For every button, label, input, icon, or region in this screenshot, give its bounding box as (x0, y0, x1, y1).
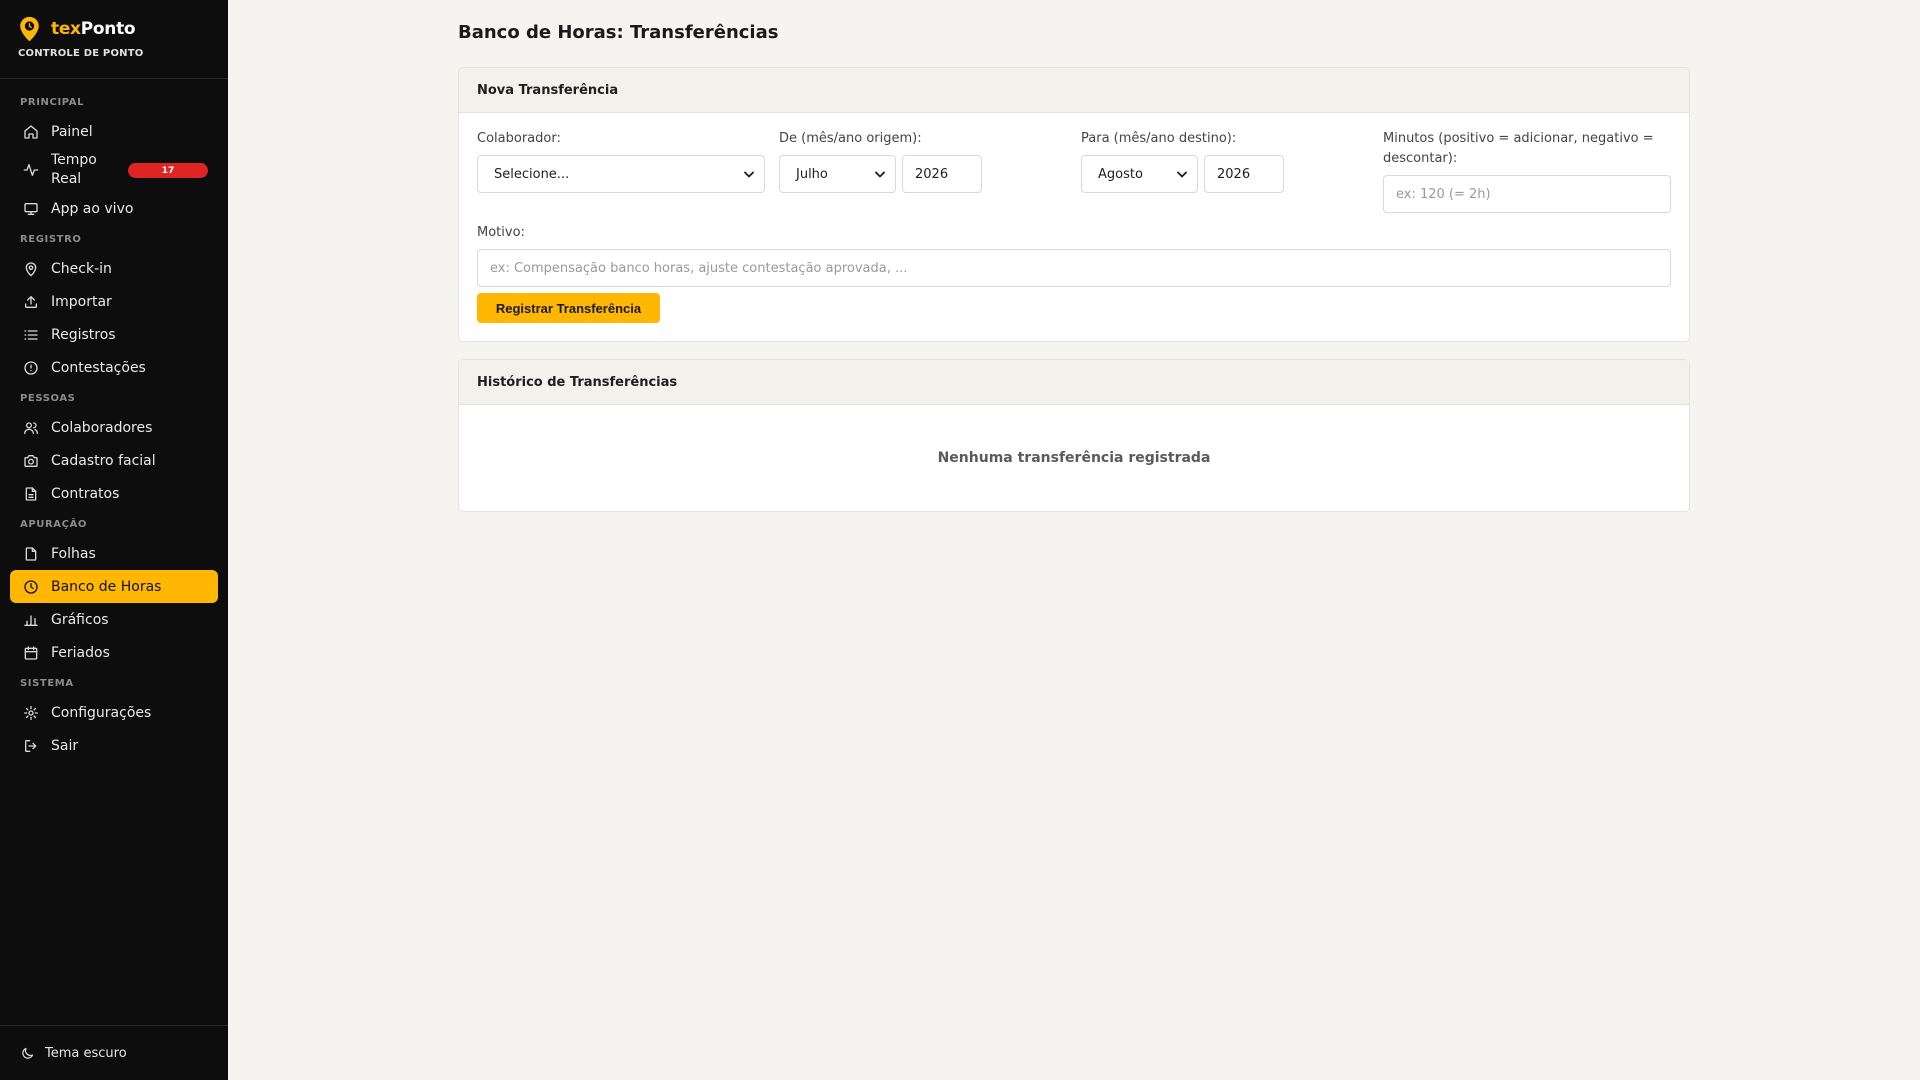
sidebar-item-contratos[interactable]: Contratos (10, 477, 218, 510)
sidebar-item-colaboradores[interactable]: Colaboradores (10, 411, 218, 444)
motivo-placeholder: ex: Compensação banco horas, ajuste cont… (490, 260, 908, 276)
origem-year-input[interactable]: 2026 (902, 155, 982, 193)
sidebar-item-configuracoes[interactable]: Configurações (10, 696, 218, 729)
sidebar-item-label: Tempo Real (51, 152, 97, 187)
sidebar-item-label: Registros (51, 326, 116, 343)
sidebar-item-contestacoes[interactable]: Contestações (10, 351, 218, 384)
origem-month-value: Julho (796, 166, 828, 182)
destino-label: Para (mês/ano destino): (1081, 131, 1237, 146)
sidebar-item-label: Painel (51, 123, 93, 140)
brand-name[interactable]: texPonto (51, 19, 136, 39)
sidebar-item-check-in[interactable]: Check-in (10, 252, 218, 285)
brand: texPonto CONTROLE DE PONTO (0, 0, 228, 79)
sidebar-nav: PRINCIPAL Painel Tempo Real 17 App ao vi… (0, 79, 228, 762)
sidebar-item-label: Gráficos (51, 611, 109, 628)
sidebar-item-label: App ao vivo (51, 200, 134, 217)
home-icon (24, 124, 38, 139)
sidebar-item-label: Colaboradores (51, 419, 153, 436)
destino-year-input[interactable]: 2026 (1204, 155, 1284, 193)
sidebar-item-label: Contratos (51, 485, 120, 502)
brand-subtitle: CONTROLE DE PONTO (18, 48, 144, 59)
motivo-input[interactable]: ex: Compensação banco horas, ajuste cont… (477, 249, 1671, 287)
sidebar-item-graficos[interactable]: Gráficos (10, 603, 218, 636)
nav-section-registro: REGISTRO (20, 234, 82, 245)
sidebar-item-cadastro-facial[interactable]: Cadastro facial (10, 444, 218, 477)
new-transfer-card: Nova Transferência Colaborador: Selecion… (458, 67, 1690, 342)
origem-year-value: 2026 (915, 166, 949, 182)
alert-circle-icon (24, 360, 38, 375)
clock-icon (24, 579, 38, 594)
sidebar: texPonto CONTROLE DE PONTO PRINCIPAL Pai… (0, 0, 228, 1080)
history-empty-state: Nenhuma transferência registrada (937, 450, 1211, 466)
sidebar-item-label: Sair (51, 737, 79, 754)
sidebar-item-label: Feriados (51, 644, 110, 661)
chevron-down-icon (744, 171, 754, 177)
sidebar-item-sair[interactable]: Sair (10, 729, 218, 762)
brand-name-prefix: tex (51, 19, 81, 39)
moon-icon (22, 1047, 34, 1059)
main-content: Banco de Horas: Transferências Nova Tran… (458, 0, 1690, 512)
sidebar-item-label: Check-in (51, 260, 112, 277)
history-card-title: Histórico de Transferências (459, 360, 1689, 405)
chevron-down-icon (1177, 171, 1187, 177)
monitor-icon (24, 202, 38, 215)
theme-toggle-label: Tema escuro (45, 1045, 127, 1061)
upload-icon (25, 295, 37, 308)
nav-section-sistema: SISTEMA (20, 678, 74, 689)
destino-month-value: Agosto (1098, 166, 1143, 182)
sidebar-item-label: Banco de Horas (51, 578, 162, 595)
destino-year-value: 2026 (1217, 166, 1251, 182)
sidebar-item-label: Importar (51, 293, 112, 310)
users-icon (24, 421, 38, 434)
theme-toggle[interactable]: Tema escuro (0, 1025, 228, 1080)
history-card: Histórico de Transferências Nenhuma tran… (458, 359, 1690, 512)
origem-month-select[interactable]: Julho (779, 155, 896, 193)
activity-icon (23, 164, 39, 176)
realtime-count-badge: 17 (128, 163, 208, 178)
sidebar-item-label: Cadastro facial (51, 452, 156, 469)
sidebar-item-app-ao-vivo[interactable]: App ao vivo (10, 192, 218, 225)
sidebar-item-label: Contestações (51, 359, 146, 376)
colaborador-select-value: Selecione... (494, 166, 570, 182)
origem-label: De (mês/ano origem): (779, 131, 922, 146)
gear-icon (24, 705, 38, 720)
list-icon (24, 329, 38, 340)
colaborador-label: Colaborador: (477, 131, 561, 146)
minutos-label: Minutos (positivo = adicionar, negativo … (1383, 131, 1654, 166)
registrar-transferencia-button[interactable]: Registrar Transferência (477, 293, 660, 323)
sidebar-item-label: Folhas (51, 545, 96, 562)
sidebar-item-label: Configurações (51, 704, 152, 721)
camera-icon (24, 454, 38, 467)
sidebar-item-banco-de-horas[interactable]: Banco de Horas (10, 570, 218, 603)
sidebar-item-tempo-real[interactable]: Tempo Real 17 (10, 148, 218, 192)
sidebar-item-registros[interactable]: Registros (10, 318, 218, 351)
destino-month-select[interactable]: Agosto (1081, 155, 1198, 193)
nav-section-apuracao: APURAÇÃO (20, 519, 88, 530)
sidebar-item-feriados[interactable]: Feriados (10, 636, 218, 669)
minutos-input[interactable]: ex: 120 (= 2h) (1383, 175, 1671, 213)
new-transfer-form: Colaborador: Selecione... De (mês/ano or… (459, 113, 1689, 341)
calendar-icon (24, 645, 38, 660)
new-transfer-card-title: Nova Transferência (459, 68, 1689, 113)
minutos-placeholder: ex: 120 (= 2h) (1396, 186, 1491, 202)
map-pin-icon (25, 261, 37, 276)
nav-section-principal: PRINCIPAL (20, 97, 85, 108)
brand-name-suffix: Ponto (80, 19, 136, 39)
nav-section-pessoas: PESSOAS (20, 393, 76, 404)
logout-icon (25, 739, 37, 752)
motivo-label: Motivo: (477, 225, 525, 240)
file-text-icon (25, 486, 37, 501)
file-icon (25, 546, 37, 561)
sidebar-item-folhas[interactable]: Folhas (10, 537, 218, 570)
colaborador-select[interactable]: Selecione... (477, 155, 765, 193)
bar-chart-icon (24, 614, 38, 626)
sidebar-item-painel[interactable]: Painel (10, 115, 218, 148)
chevron-down-icon (875, 171, 885, 177)
page-title: Banco de Horas: Transferências (458, 22, 779, 43)
sidebar-item-importar[interactable]: Importar (10, 285, 218, 318)
map-pin-logo-icon (20, 16, 39, 41)
